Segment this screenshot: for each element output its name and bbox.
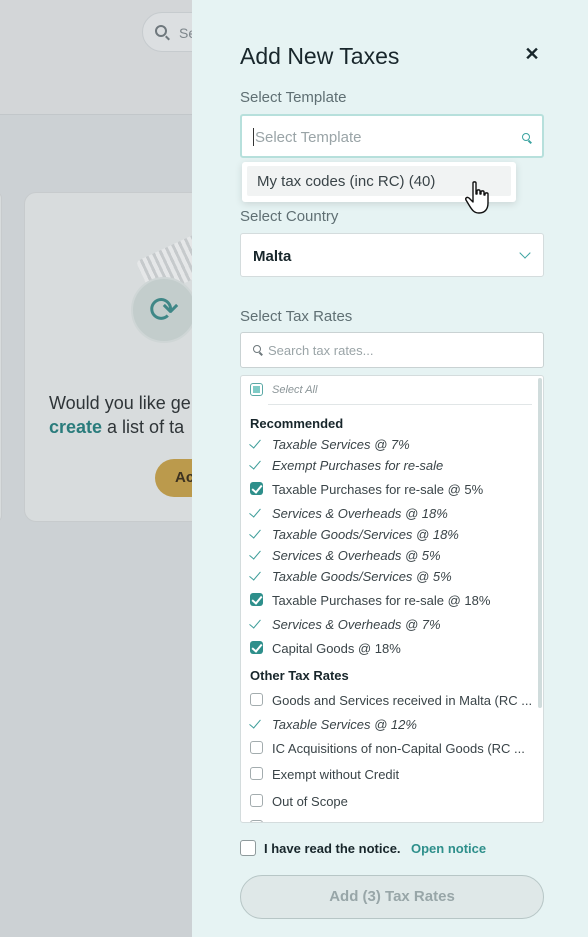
tax-rates-search-input[interactable]: Search tax rates... [240,332,544,368]
check-icon [249,547,261,560]
pointer-hand-cursor-icon [465,181,489,214]
notice-label: I have read the notice. [264,841,401,856]
template-select-input[interactable]: Select Template [240,114,544,158]
close-icon[interactable]: ✕ [522,45,542,65]
template-placeholder: Select Template [255,129,362,146]
drawer-title: Add New Taxes [240,43,400,69]
notice-checkbox[interactable] [240,840,256,856]
country-label: Select Country [240,208,339,225]
search-icon [155,25,167,37]
other-tax-rates-heading: Other Tax Rates [250,668,349,683]
checkbox-checked[interactable] [250,482,263,495]
template-label: Select Template [240,89,347,106]
tax-rates-label: Select Tax Rates [240,308,353,325]
check-icon [249,716,261,729]
sync-icon: ⟳ [131,277,197,343]
check-icon [249,457,261,470]
select-all-label: Select All [272,384,318,396]
create-link: create [49,417,103,437]
recommended-heading: Recommended [250,416,344,431]
check-icon [249,505,261,518]
checkbox-unchecked[interactable] [250,820,263,822]
list-scrollbar[interactable] [538,378,542,708]
add-taxes-drawer: Add New Taxes ✕ Select Template Select T… [192,0,588,937]
checkbox-unchecked[interactable] [250,741,263,754]
background-left-card [0,192,2,522]
open-notice-link[interactable]: Open notice [411,841,486,856]
country-value: Malta [253,248,292,265]
tax-rates-search-placeholder: Search tax rates... [268,343,374,358]
checkbox-unchecked[interactable] [250,693,263,706]
checkbox-checked[interactable] [250,641,263,654]
check-icon [249,568,261,581]
add-tax-rates-button[interactable]: Add (3) Tax Rates [240,875,544,919]
text-caret [253,128,254,146]
search-icon [522,133,530,141]
check-icon [249,526,261,539]
divider [268,404,532,405]
checkbox-unchecked[interactable] [250,794,263,807]
check-icon [249,436,261,449]
checkbox-unchecked[interactable] [250,767,263,780]
search-icon [253,345,261,353]
chevron-down-icon [519,247,531,259]
checkbox-checked[interactable] [250,593,263,606]
tax-rates-list[interactable]: Select All Recommended Taxable Services … [240,375,544,823]
country-select[interactable]: Malta [240,233,544,277]
select-all-checkbox[interactable] [250,383,263,396]
check-icon [249,616,261,629]
